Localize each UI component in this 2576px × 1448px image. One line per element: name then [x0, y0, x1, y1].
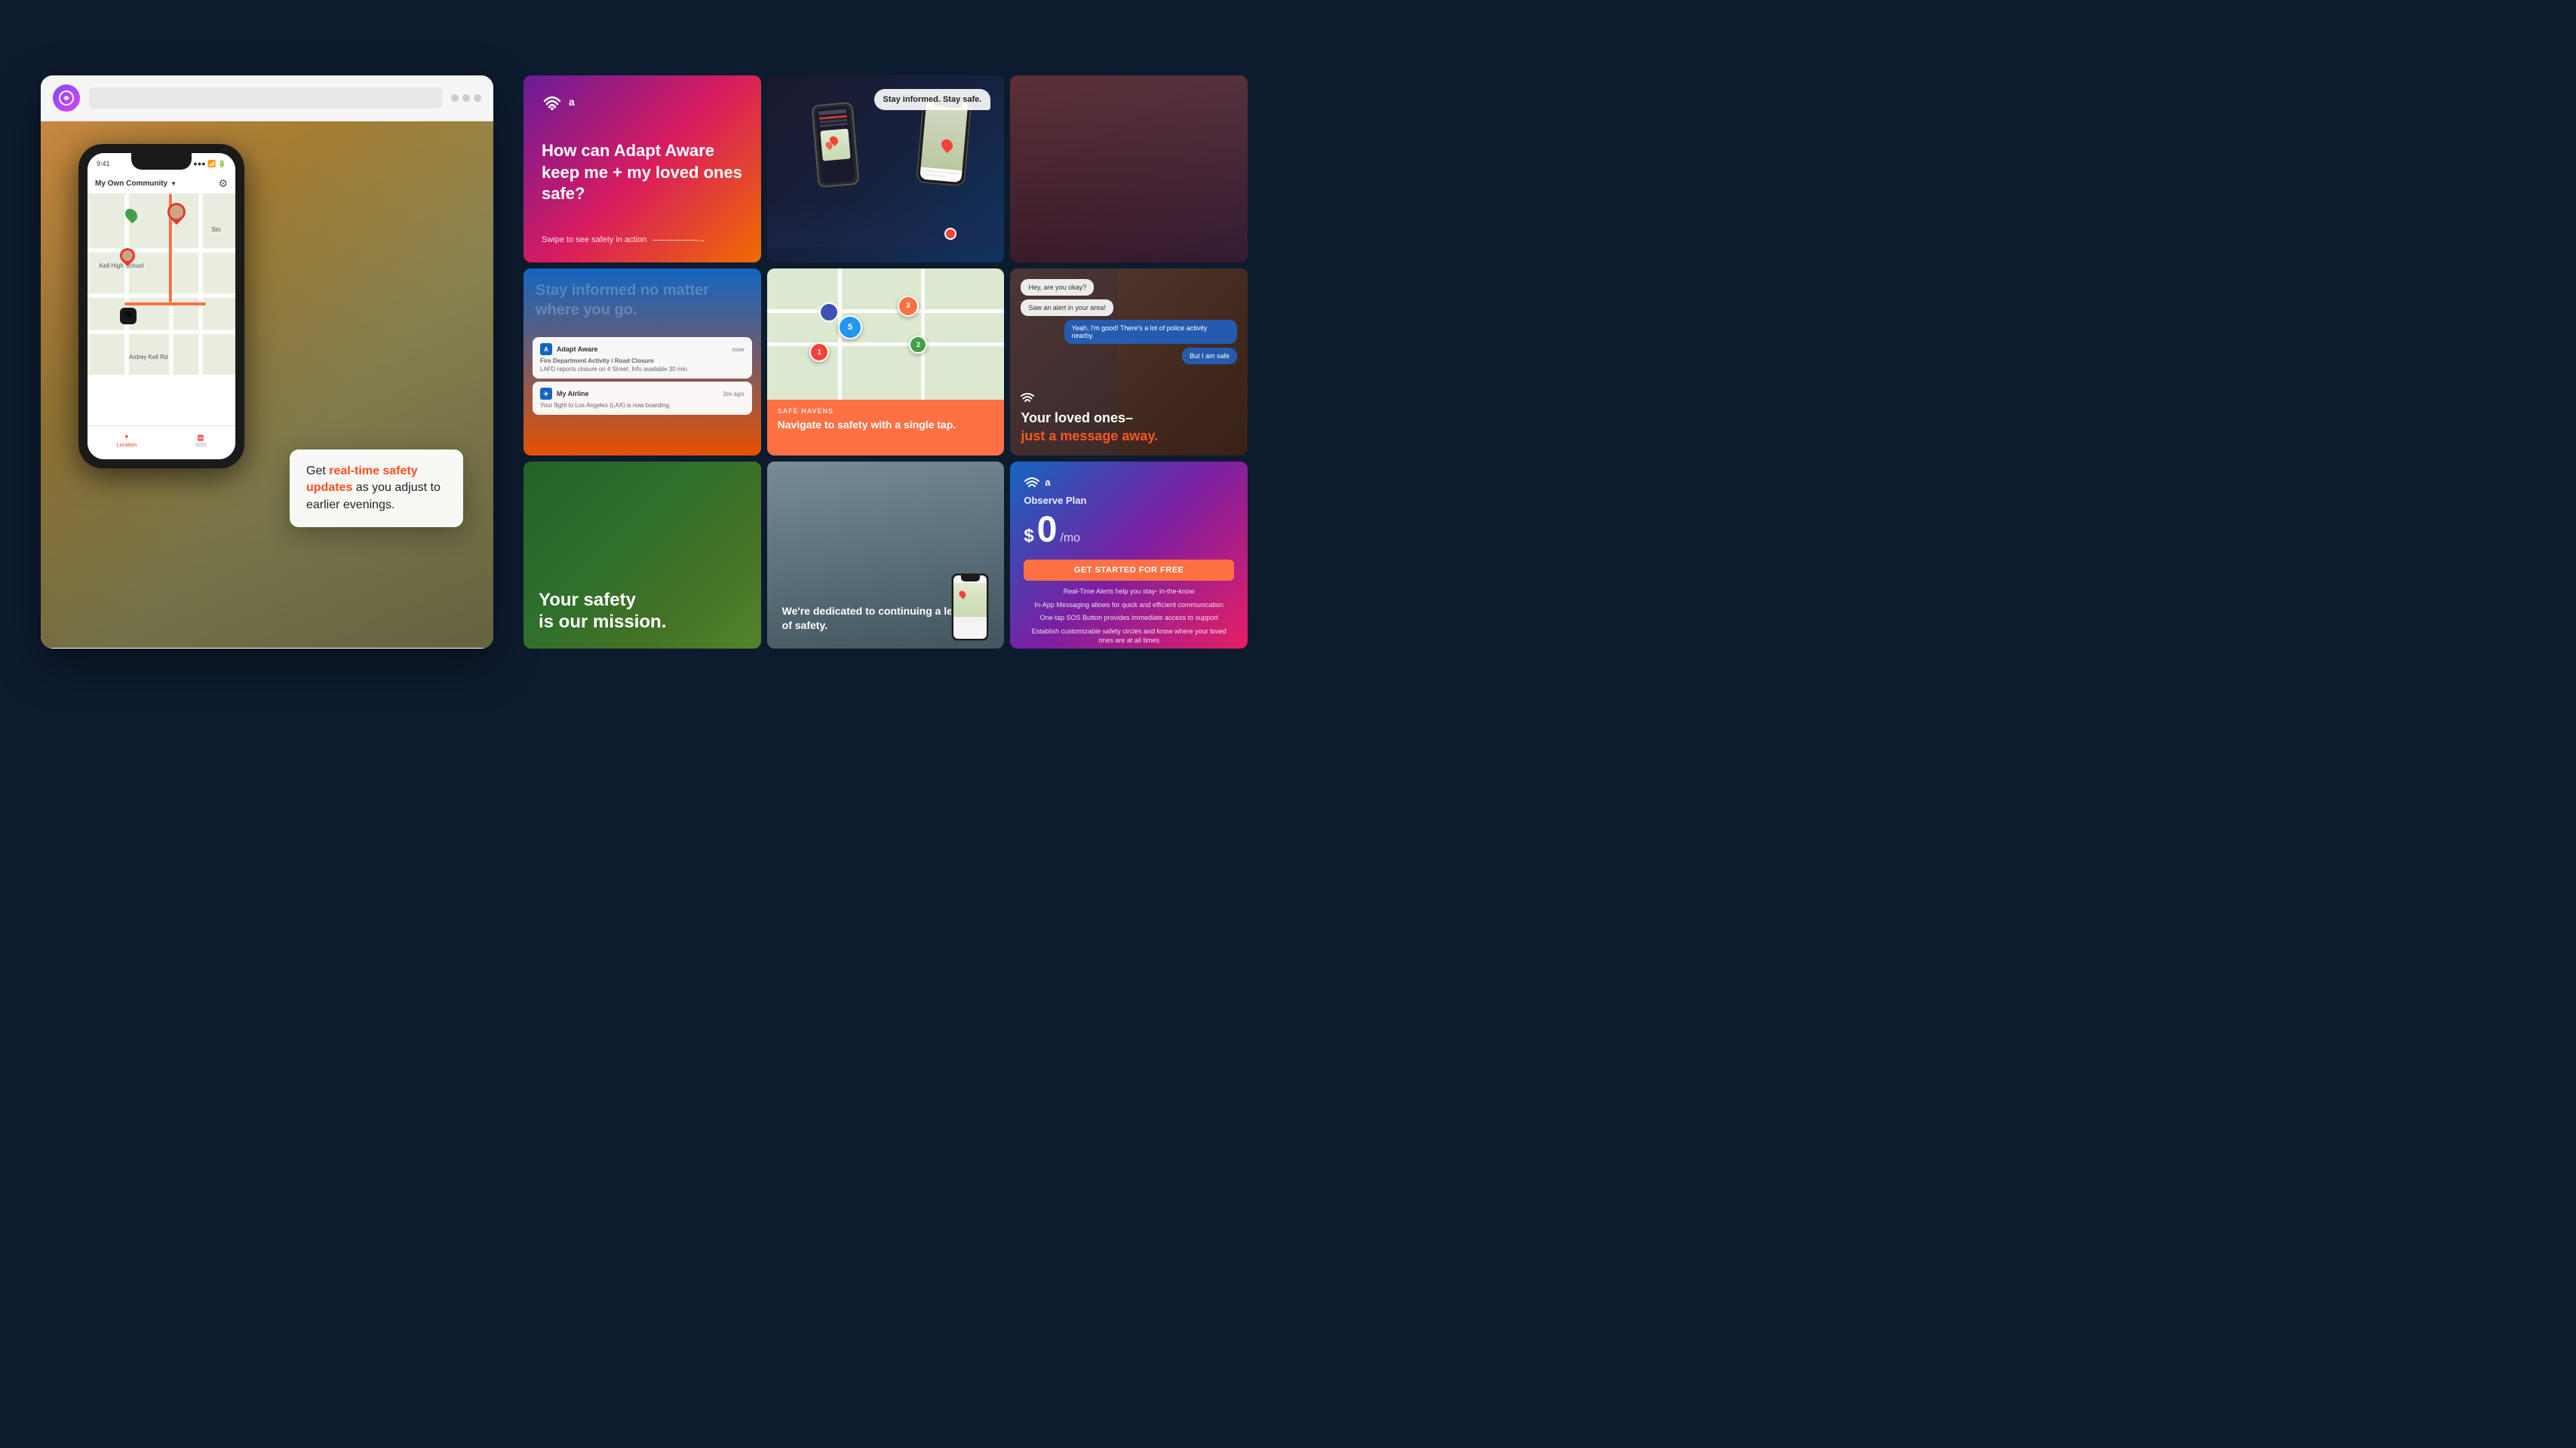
map-pin-profile-3: 🗺: [120, 308, 137, 324]
community-name: My Own Community: [95, 179, 167, 188]
notif-icon-2: ✈: [540, 388, 552, 400]
map-pin-green: [126, 208, 137, 222]
cell-6-title-highlight: just a message away.: [1021, 428, 1158, 443]
settings-icon[interactable]: ⚙: [218, 177, 228, 190]
cluster-red: 1: [809, 342, 829, 362]
cell-7-content: Your safety is our mission.: [539, 590, 666, 634]
cell-1-swipe: Swipe to see safety in action: [542, 235, 743, 244]
chat-bubble-2: Saw an alert in your area!: [1021, 299, 1113, 316]
cell-5-bottom: SAFE HAVENS Navigate to safety with a si…: [767, 400, 1005, 456]
cell-1-title: How can Adapt Aware keep me + my loved o…: [542, 140, 743, 205]
pricing-price-display: $ 0 /mo: [1024, 509, 1234, 551]
grid-cell-8: We're dedicated to continuing a legacy o…: [767, 462, 1005, 649]
phone-mockup: 9:41 ●●● 📶 🔋 My Own Community ▼ ⚙: [78, 144, 244, 468]
cell-6-title-before: Your loved ones–: [1021, 410, 1133, 425]
swipe-arrow: [652, 240, 698, 241]
browser-url-bar[interactable]: [89, 87, 442, 109]
app-bar-left: My Own Community ▼: [95, 179, 177, 188]
pricing-feature-1: Real-Time Alerts help you stay- in-the-k…: [1024, 587, 1234, 597]
browser-mockup: 9:41 ●●● 📶 🔋 My Own Community ▼ ⚙: [41, 75, 493, 649]
logo-icon: [542, 94, 563, 110]
grid-cell-1: a How can Adapt Aware keep me + my loved…: [523, 75, 761, 262]
notif-text-2: Your flight to Los Angeles (LAX) is now …: [540, 402, 745, 409]
notif-text-1: LAFD reports closure on 4 Street. Info a…: [540, 366, 745, 373]
phone-screen: 9:41 ●●● 📶 🔋 My Own Community ▼ ⚙: [88, 153, 235, 459]
pricing-feature-3: One-tap SOS Button provides immediate ac…: [1024, 613, 1234, 623]
safety-update-text: Get real-time safety updates as you adju…: [306, 463, 447, 514]
grid-cell-4: Stay informed no matter where you go. A …: [523, 268, 761, 456]
phone-map-area: Kell High School Ardrey Kell Rd Sto: [88, 194, 235, 375]
safety-update-card: Get real-time safety updates as you adju…: [290, 449, 463, 527]
nav-location[interactable]: 📍 Location: [117, 435, 137, 448]
cell-5-map: 3 5 2 1: [767, 268, 1005, 403]
phone-app-bar: My Own Community ▼ ⚙: [88, 174, 235, 194]
grid-cell-2: Stay informed. Stay safe.: [767, 75, 1005, 262]
browser-dots: [451, 94, 481, 102]
pricing-period: /mo: [1060, 532, 1080, 545]
adapt-aware-logo: a: [542, 94, 743, 110]
stay-safe-bubble: Stay informed. Stay safe.: [874, 89, 991, 110]
main-container: 9:41 ●●● 📶 🔋 My Own Community ▼ ⚙: [41, 38, 1248, 686]
pricing-logo-text: a: [1045, 477, 1050, 488]
cell-6-chat: Hey, are you okay? Saw an alert in your …: [1021, 279, 1237, 368]
notification-card-1: A Adapt Aware now Fire Department Activi…: [533, 337, 752, 379]
status-time: 9:41: [97, 160, 110, 167]
profile-pin: [819, 302, 839, 322]
location-icon: 📍: [124, 435, 130, 441]
pricing-dollar: $: [1024, 526, 1033, 547]
map-label-road: Ardrey Kell Rd: [129, 354, 168, 360]
pricing-logo: a: [1024, 475, 1234, 489]
pricing-plan-name: Observe Plan: [1024, 495, 1234, 506]
cell-4-notifications: A Adapt Aware now Fire Department Activi…: [533, 337, 752, 418]
pricing-amount: 0: [1037, 509, 1058, 551]
map-pin-profile-2: [120, 248, 135, 263]
notification-card-2: ✈ My Airline 2m ago Your flight to Los A…: [533, 382, 752, 415]
status-icons: ●●● 📶 🔋: [193, 160, 226, 168]
cell-6-title: Your loved ones– just a message away.: [1021, 410, 1237, 445]
safe-havens-title: Navigate to safety with a single tap.: [778, 418, 994, 431]
browser-toolbar: [41, 75, 493, 121]
chat-bubble-1: Hey, are you okay?: [1021, 279, 1094, 296]
cluster-blue: 5: [838, 315, 862, 339]
safe-havens-label: SAFE HAVENS: [778, 407, 994, 415]
phone-bottom-nav: 📍 Location 🆘 SOS: [88, 425, 235, 459]
browser-content: 9:41 ●●● 📶 🔋 My Own Community ▼ ⚙: [41, 121, 493, 648]
cell-7-title: Your safety is our mission.: [539, 590, 666, 634]
browser-dot-1: [451, 94, 459, 102]
pricing-feature-4: Establish customizable safety circles an…: [1024, 627, 1234, 646]
browser-logo-icon: [53, 84, 80, 112]
grid-cell-5: 3 5 2 1 SAFE HAVENS Navigate to safety w…: [767, 268, 1005, 456]
map-label-school: Kell High School: [100, 262, 144, 269]
mini-phone-mockup: [951, 573, 989, 641]
phone-notch: [131, 153, 192, 170]
grid-cell-6: Hey, are you okay? Saw an alert in your …: [1010, 268, 1248, 456]
browser-dot-2: [462, 94, 470, 102]
grid-cell-7: Your safety is our mission.: [523, 462, 761, 649]
map-pin-profile-1: [167, 203, 186, 221]
cell-6-bottom: Your loved ones– just a message away.: [1010, 382, 1248, 456]
safety-text-before: Get: [306, 465, 329, 477]
wifi-icon: [1021, 392, 1237, 405]
nav-sos[interactable]: 🆘 SOS: [195, 435, 207, 448]
chat-bubble-3: Yeah, I'm good! There's a lot of police …: [1064, 320, 1237, 344]
chevron-down-icon: ▼: [170, 180, 177, 187]
pricing-cta-button[interactable]: GET STARTED FOR FREE: [1024, 560, 1234, 581]
pricing-feature-2: In-App Messaging allows for quick and ef…: [1024, 600, 1234, 610]
notif-icon-1: A: [540, 343, 552, 355]
phone-left: [811, 102, 859, 188]
grid-cell-3: [1010, 75, 1248, 262]
chat-bubble-4: But I am safe: [1182, 348, 1237, 364]
browser-dot-3: [474, 94, 481, 102]
grid-cell-9: a Observe Plan $ 0 /mo GET STARTED FOR F…: [1010, 462, 1248, 649]
grid-container: a How can Adapt Aware keep me + my loved…: [523, 75, 1248, 649]
logo-text: a: [569, 96, 575, 108]
cluster-orange: 3: [898, 296, 919, 317]
sos-icon: 🆘: [198, 435, 204, 441]
notif-sub-1: Fire Department Activity / Road Closure: [540, 357, 745, 364]
map-label-stop: Sto: [211, 226, 220, 233]
pricing-logo-icon: [1024, 475, 1040, 489]
